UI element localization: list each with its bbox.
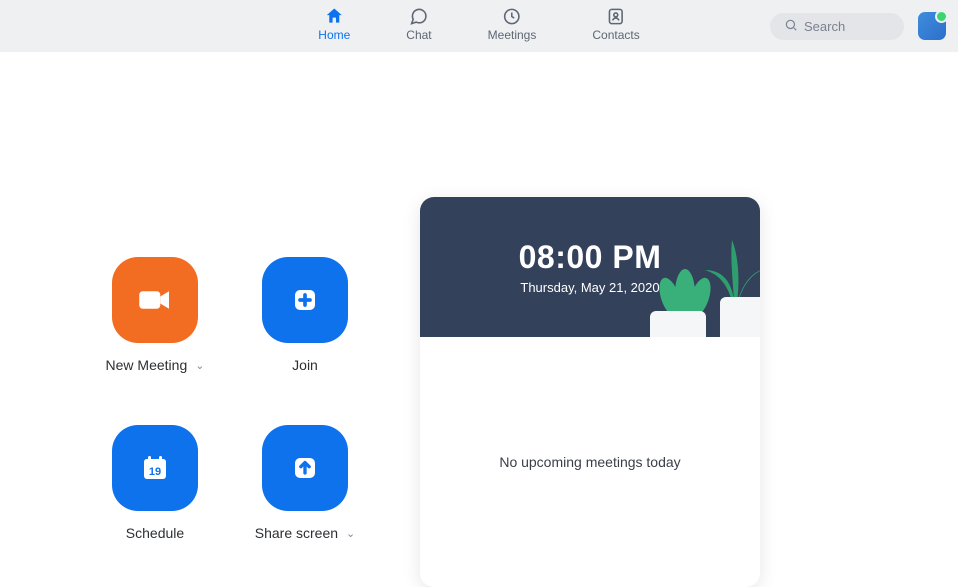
home-icon bbox=[324, 6, 344, 26]
avatar[interactable] bbox=[918, 12, 946, 40]
tab-label: Home bbox=[318, 28, 350, 42]
clock-date: Thursday, May 21, 2020 bbox=[520, 280, 659, 295]
action-grid: New Meeting ⌄ Join 19 bbox=[80, 257, 380, 541]
share-icon bbox=[262, 425, 348, 511]
main-area: New Meeting ⌄ Join 19 bbox=[0, 52, 958, 587]
search-icon bbox=[784, 18, 798, 35]
tab-label: Meetings bbox=[488, 28, 537, 42]
pot-decor bbox=[720, 297, 760, 337]
pot-decor bbox=[650, 311, 706, 337]
action-label: Schedule bbox=[126, 525, 184, 541]
upcoming-empty-text: No upcoming meetings today bbox=[499, 454, 680, 470]
chevron-down-icon[interactable]: ⌄ bbox=[346, 527, 355, 540]
action-label: New Meeting bbox=[106, 357, 188, 373]
tab-contacts[interactable]: Contacts bbox=[592, 6, 639, 42]
svg-text:19: 19 bbox=[149, 466, 161, 478]
calendar-icon: 19 bbox=[112, 425, 198, 511]
clock-hero: 08:00 PM Thursday, May 21, 2020 bbox=[420, 197, 760, 337]
new-meeting-button[interactable]: New Meeting ⌄ bbox=[80, 257, 230, 373]
tab-label: Chat bbox=[406, 28, 431, 42]
clock-icon bbox=[502, 6, 522, 26]
share-screen-button[interactable]: Share screen ⌄ bbox=[230, 425, 380, 541]
search-input[interactable]: Search bbox=[770, 13, 904, 40]
video-icon bbox=[112, 257, 198, 343]
chat-icon bbox=[409, 6, 429, 26]
action-label: Share screen bbox=[255, 525, 338, 541]
tab-chat[interactable]: Chat bbox=[406, 6, 431, 42]
upcoming-empty: No upcoming meetings today bbox=[420, 337, 760, 587]
tab-home[interactable]: Home bbox=[318, 6, 350, 42]
tab-meetings[interactable]: Meetings bbox=[488, 6, 537, 42]
schedule-button[interactable]: 19 Schedule bbox=[80, 425, 230, 541]
search-placeholder: Search bbox=[804, 19, 845, 34]
tab-label: Contacts bbox=[592, 28, 639, 42]
topbar-right: Search bbox=[770, 12, 946, 40]
join-button[interactable]: Join bbox=[230, 257, 380, 373]
top-bar: Home Chat Meetings Contacts Search bbox=[0, 0, 958, 52]
chevron-down-icon[interactable]: ⌄ bbox=[195, 359, 204, 372]
plant-decor-icon bbox=[650, 235, 720, 315]
contact-icon bbox=[606, 6, 626, 26]
action-label: Join bbox=[292, 357, 318, 373]
plus-icon bbox=[262, 257, 348, 343]
nav-tabs: Home Chat Meetings Contacts bbox=[318, 0, 639, 52]
info-panel: 08:00 PM Thursday, May 21, 2020 No upcom… bbox=[420, 197, 760, 587]
clock-time: 08:00 PM bbox=[519, 239, 662, 276]
